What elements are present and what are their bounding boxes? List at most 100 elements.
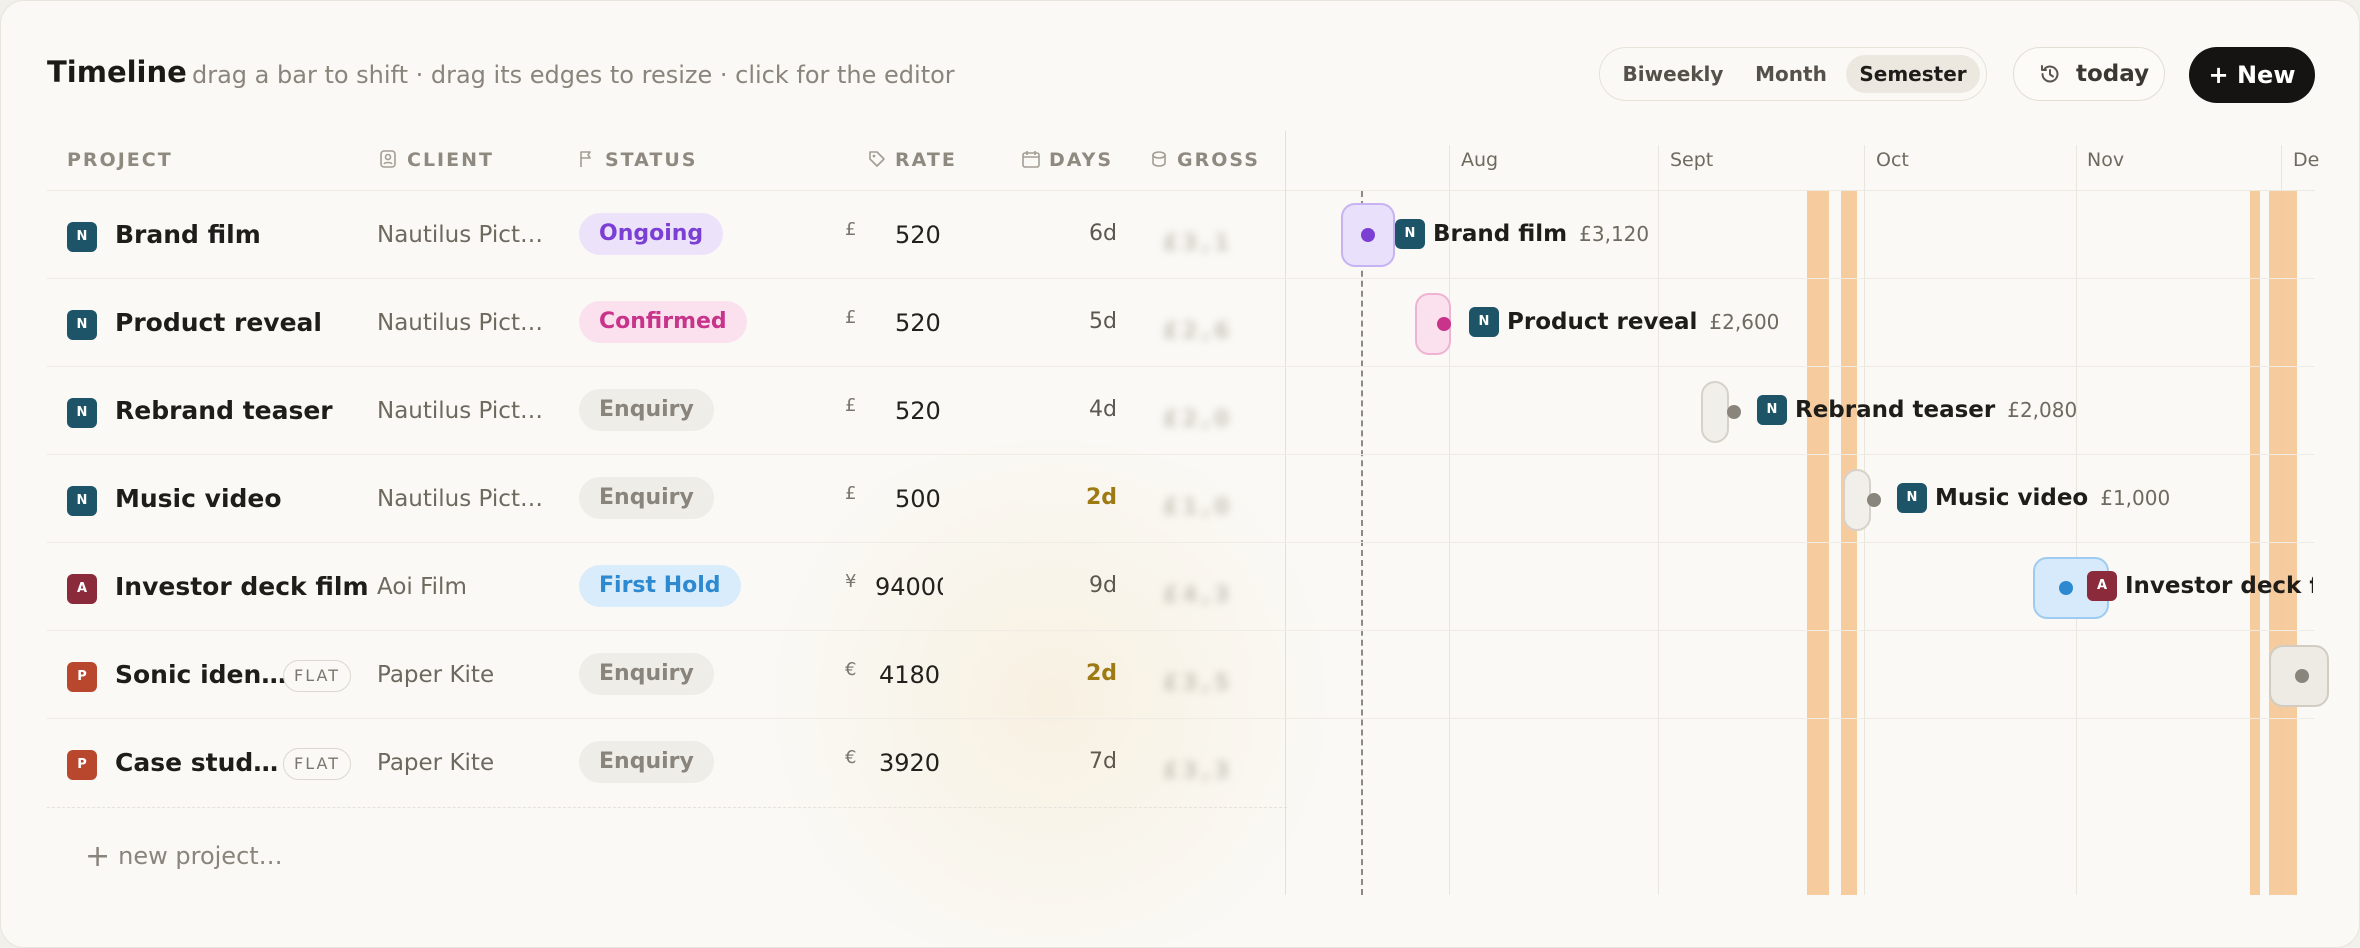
bar-dot (1361, 228, 1375, 242)
today-button-label: today (2076, 61, 2150, 87)
rate-value[interactable]: 4180 (879, 661, 940, 689)
currency-symbol: € (845, 747, 857, 768)
bar-label: A Investor deck film (2087, 571, 2313, 601)
rate-value[interactable]: 520 (895, 309, 941, 337)
rate-value[interactable]: 94000 (875, 573, 943, 601)
status-badge[interactable]: First Hold (579, 565, 741, 607)
today-button[interactable]: today (2013, 47, 2165, 101)
gross-value: £4,3 (1163, 583, 1234, 608)
project-name[interactable]: Investor deck film (115, 572, 369, 601)
table-row[interactable]: N Brand film Nautilus Pict… Ongoing £ 52… (47, 191, 2315, 279)
client-name: Paper Kite (377, 662, 495, 688)
timeline-bar-rebrand-teaser[interactable] (1701, 381, 1741, 443)
view-semester-button[interactable]: Semester (1846, 55, 1980, 93)
view-month-button[interactable]: Month (1740, 55, 1842, 93)
client-name: Nautilus Pict… (377, 398, 543, 424)
client-badge: N (1757, 395, 1787, 425)
client-badge: A (67, 574, 97, 604)
bar-dot (2059, 581, 2073, 595)
days-value: 2d (1085, 485, 1117, 510)
table-row[interactable]: N Product reveal Nautilus Pict… Confirme… (47, 279, 2315, 367)
new-button[interactable]: + New (2189, 47, 2315, 103)
days-value: 7d (1089, 749, 1117, 774)
new-project-button[interactable]: + new project… (85, 839, 283, 874)
plus-icon: + (85, 839, 111, 874)
history-icon (2041, 65, 2059, 83)
rate-value[interactable]: 3920 (879, 749, 940, 777)
timeline-bar-music-video[interactable] (1843, 469, 1881, 531)
bar-dot (1727, 405, 1741, 419)
gross-value: £2,6 (1163, 319, 1234, 344)
client-icon (380, 150, 396, 168)
tag-icon (869, 151, 885, 167)
client-badge: P (67, 662, 97, 692)
timeline-bar-product-reveal[interactable] (1415, 293, 1451, 355)
bar-label: N Music video £1,000 (1897, 483, 2170, 513)
col-days[interactable]: DAYS (1022, 149, 1113, 171)
status-badge[interactable]: Enquiry (579, 477, 714, 519)
rate-value[interactable]: 520 (895, 397, 941, 425)
project-name[interactable]: Case stud… (115, 748, 278, 777)
gross-value: £3,5 (1163, 671, 1234, 696)
status-badge[interactable]: Enquiry (579, 741, 714, 783)
client-badge: N (67, 310, 97, 340)
bar-dot (1437, 317, 1451, 331)
timeline-card: Timeline drag a bar to shift · drag its … (0, 0, 2360, 948)
view-toggle: Biweekly Month Semester (1599, 47, 1987, 101)
col-status-label: STATUS (605, 149, 698, 171)
bar-price: £2,080 (2007, 398, 2078, 422)
client-name: Aoi Film (377, 574, 467, 600)
status-badge[interactable]: Confirmed (579, 301, 747, 343)
col-project[interactable]: PROJECT (67, 149, 173, 171)
client-badge: N (1395, 219, 1425, 249)
days-value: 5d (1089, 309, 1117, 334)
page-hint: drag a bar to shift · drag its edges to … (192, 61, 955, 89)
col-client[interactable]: CLIENT (380, 149, 494, 171)
table-row[interactable]: P Case stud… FLAT Paper Kite Enquiry € 3… (47, 719, 2315, 807)
status-badge[interactable]: Enquiry (579, 389, 714, 431)
project-name[interactable]: Product reveal (115, 308, 322, 337)
new-project-divider (47, 807, 1287, 808)
month-label-sept: Sept (1670, 149, 1714, 171)
bar-title: Music video (1935, 485, 2089, 511)
client-badge: N (1897, 483, 1927, 513)
table-row[interactable]: P Sonic iden… FLAT Paper Kite Enquiry € … (47, 631, 2315, 719)
currency-symbol: £ (845, 307, 857, 328)
status-badge[interactable]: Enquiry (579, 653, 714, 695)
currency-symbol: £ (845, 483, 857, 504)
month-label-dec: De (2293, 149, 2320, 171)
flat-badge: FLAT (283, 748, 351, 780)
client-badge: P (67, 750, 97, 780)
coins-icon (1152, 151, 1166, 167)
month-label-oct: Oct (1876, 149, 1909, 171)
client-badge: N (67, 486, 97, 516)
new-project-label: new project… (118, 842, 283, 870)
bar-dot (2295, 669, 2309, 683)
client-name: Nautilus Pict… (377, 222, 543, 248)
bar-price: £1,000 (2100, 486, 2171, 510)
view-biweekly-button[interactable]: Biweekly (1608, 55, 1738, 93)
project-name[interactable]: Brand film (115, 220, 261, 249)
page-title: Timeline (47, 55, 187, 89)
col-status[interactable]: STATUS (580, 149, 698, 171)
currency-symbol: £ (845, 219, 857, 240)
rate-value[interactable]: 520 (895, 221, 941, 249)
days-value: 4d (1089, 397, 1117, 422)
days-value: 2d (1085, 661, 1117, 686)
status-badge[interactable]: Ongoing (579, 213, 724, 255)
table-row[interactable]: A Investor deck film Aoi Film First Hold… (47, 543, 2315, 631)
timeline-bar-brand-film[interactable] (1341, 203, 1395, 267)
col-rate[interactable]: RATE (869, 149, 957, 171)
gross-value: £3,1 (1163, 231, 1234, 256)
project-name[interactable]: Rebrand teaser (115, 396, 333, 425)
gross-value: £2,0 (1163, 407, 1234, 432)
bar-label: N Brand film £3,120 (1395, 219, 1649, 249)
timeline-bar-sonic-identity[interactable] (2269, 645, 2329, 707)
client-name: Paper Kite (377, 750, 495, 776)
rate-value[interactable]: 500 (895, 485, 941, 513)
bar-label: N Rebrand teaser £2,080 (1757, 395, 2077, 425)
col-gross[interactable]: GROSS (1152, 149, 1260, 171)
project-name[interactable]: Music video (115, 484, 282, 513)
client-name: Nautilus Pict… (377, 310, 543, 336)
project-name[interactable]: Sonic iden… (115, 660, 286, 689)
